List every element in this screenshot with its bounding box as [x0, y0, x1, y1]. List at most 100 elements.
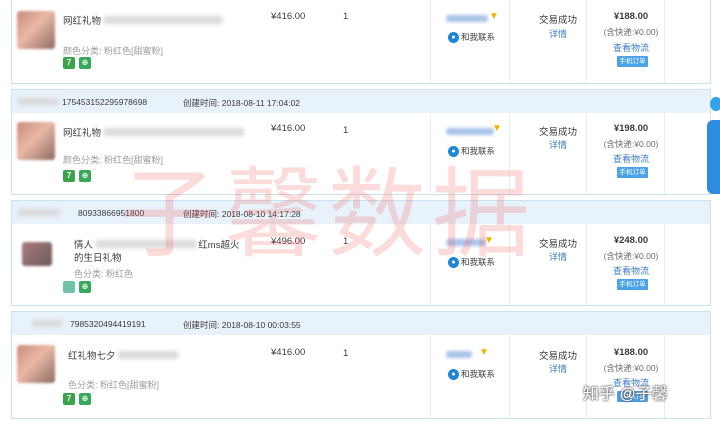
manual-order-button[interactable]: 手机订单 — [617, 279, 648, 290]
detail-link[interactable]: 详情 — [528, 362, 588, 375]
shipping-fee: (含快递:¥0.00) — [603, 251, 659, 261]
manual-order-button[interactable]: 手机订单 — [617, 56, 648, 67]
order-number: 175453152295978698 — [62, 97, 148, 107]
flag-icon[interactable]: ▼ — [484, 235, 494, 246]
order-created-time: 创建时间: 2018-08-10 14:17:28 — [183, 208, 301, 220]
contact-label: 和我联系 — [461, 32, 496, 42]
order-created-time: 创建时间: 2018-08-10 00:03:55 — [183, 319, 301, 331]
guarantee-icon: ⊕ — [79, 57, 91, 69]
product-title-link[interactable]: 情人 红ms超火 — [74, 237, 239, 251]
product-title-line2: 的生日礼物 — [74, 253, 122, 264]
unit-price: ¥416.00 — [271, 123, 306, 134]
guarantee-icon: ⊕ — [79, 170, 91, 182]
blurred-text — [103, 128, 244, 136]
contact-seller-button[interactable]: ● 和我联系 — [448, 368, 496, 381]
guarantee-icon: ⊕ — [79, 393, 91, 405]
blurred-text — [95, 240, 196, 248]
shipping-fee: (含快递:¥0.00) — [603, 139, 659, 149]
unit-price: ¥496.00 — [271, 236, 306, 247]
created-label: 创建时间: — [183, 209, 222, 219]
flag-icon[interactable]: ▼ — [479, 347, 489, 358]
order-list: 网红礼物 颜色分类: 粉红色[甜蜜粉] 7 ⊕ ¥416.00 1 ▼ ● 和我联… — [11, 0, 720, 421]
seven-day-return-icon: 7 — [63, 393, 75, 405]
created-value: 2018-08-10 14:17:28 — [221, 209, 301, 219]
view-logistics-link[interactable]: 查看物流 — [595, 264, 667, 277]
product-title-link[interactable]: 网红礼物 — [63, 125, 244, 139]
detail-link[interactable]: 详情 — [528, 250, 588, 263]
product-spec: 色分类: 粉红色 — [74, 269, 134, 279]
quantity: 1 — [343, 11, 349, 22]
chat-icon: ● — [448, 369, 459, 381]
buyer-name[interactable] — [446, 239, 486, 246]
product-title-link[interactable]: 红礼物七夕 — [68, 348, 179, 362]
contact-label: 和我联系 — [461, 146, 496, 156]
view-logistics-link[interactable]: 查看物流 — [595, 152, 667, 165]
buyer-name[interactable] — [446, 128, 494, 135]
order-card: 175453152295978698 创建时间: 2018-08-11 17:0… — [11, 89, 711, 195]
blurred-text — [18, 209, 60, 216]
flag-icon[interactable]: ▼ — [492, 123, 502, 134]
product-thumbnail[interactable] — [17, 11, 55, 49]
order-card: 80933866951800 创建时间: 2018-08-10 14:17:28… — [11, 200, 711, 306]
blurred-text — [103, 16, 222, 24]
order-header: 7985320494419191 创建时间: 2018-08-10 00:03:… — [12, 312, 710, 335]
chat-icon: ● — [448, 257, 459, 269]
seven-day-return-icon: 7 — [63, 170, 75, 182]
buyer-name[interactable] — [446, 15, 488, 22]
seven-day-return-icon — [63, 281, 75, 293]
chat-icon: ● — [448, 146, 459, 158]
created-label: 创建时间: — [183, 98, 222, 108]
contact-seller-button[interactable]: ● 和我联系 — [448, 256, 496, 269]
product-title-link[interactable]: 网红礼物 — [63, 13, 222, 27]
order-header: 175453152295978698 创建时间: 2018-08-11 17:0… — [12, 90, 710, 113]
product-thumbnail[interactable] — [17, 345, 55, 383]
product-title: 网红礼物 — [63, 128, 102, 139]
trade-status: 交易成功 — [538, 351, 577, 362]
seven-day-return-icon: 7 — [63, 57, 75, 69]
contact-label: 和我联系 — [461, 257, 496, 267]
order-card: 网红礼物 颜色分类: 粉红色[甜蜜粉] 7 ⊕ ¥416.00 1 ▼ ● 和我联… — [11, 0, 711, 84]
trade-status: 交易成功 — [538, 239, 577, 250]
trade-status: 交易成功 — [538, 127, 577, 138]
contact-label: 和我联系 — [461, 369, 496, 379]
side-panel-tab[interactable] — [707, 120, 720, 194]
trade-status: 交易成功 — [538, 15, 577, 26]
guarantee-icon: ⊕ — [79, 281, 91, 293]
blurred-text — [32, 320, 62, 327]
quantity: 1 — [343, 125, 349, 136]
product-spec: 颜色分类: 粉红色[甜蜜粉] — [63, 155, 164, 165]
order-total: ¥188.00 — [613, 11, 649, 22]
detail-link[interactable]: 详情 — [528, 27, 588, 40]
product-title-tail: 红ms超火 — [198, 240, 240, 251]
contact-seller-button[interactable]: ● 和我联系 — [448, 31, 496, 44]
unit-price: ¥416.00 — [271, 11, 306, 22]
product-spec: 色分类: 粉红色[甜蜜粉] — [68, 380, 160, 390]
contact-seller-button[interactable]: ● 和我联系 — [448, 145, 496, 158]
product-spec: 颜色分类: 粉红色[甜蜜粉] — [63, 46, 164, 56]
product-title: 网红礼物 — [63, 16, 102, 27]
floating-bubble-icon[interactable] — [710, 97, 720, 111]
order-number: 7985320494419191 — [70, 319, 146, 329]
order-total: ¥248.00 — [613, 235, 649, 246]
unit-price: ¥416.00 — [271, 347, 306, 358]
created-value: 2018-08-11 17:04:02 — [221, 98, 301, 108]
order-header: 80933866951800 创建时间: 2018-08-10 14:17:28 — [12, 201, 710, 224]
detail-link[interactable]: 详情 — [528, 138, 588, 151]
product-thumbnail[interactable] — [22, 242, 52, 266]
order-created-time: 创建时间: 2018-08-11 17:04:02 — [183, 97, 300, 109]
created-label: 创建时间: — [183, 320, 222, 330]
order-number: 80933866951800 — [78, 208, 145, 218]
manual-order-button[interactable]: 手机订单 — [617, 167, 648, 178]
buyer-name[interactable] — [446, 351, 472, 358]
quantity: 1 — [343, 236, 349, 247]
shipping-fee: (含快递:¥0.00) — [603, 363, 659, 373]
product-thumbnail[interactable] — [17, 122, 55, 160]
order-total: ¥188.00 — [613, 347, 649, 358]
created-value: 2018-08-10 00:03:55 — [221, 320, 301, 330]
credit-watermark: 知乎 @子馨 — [583, 386, 668, 403]
chat-icon: ● — [448, 32, 459, 44]
flag-icon[interactable]: ▼ — [489, 11, 499, 22]
quantity: 1 — [343, 348, 349, 359]
blurred-text — [18, 98, 58, 105]
view-logistics-link[interactable]: 查看物流 — [595, 41, 667, 54]
